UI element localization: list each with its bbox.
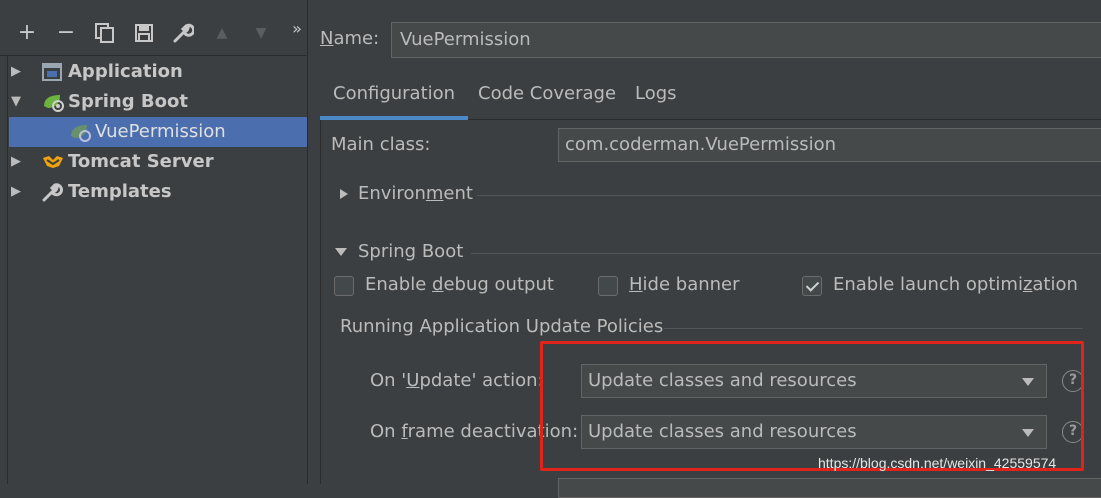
spring-boot-collapse-icon[interactable]: [335, 248, 347, 256]
save-icon[interactable]: [129, 18, 159, 48]
tomcat-icon: [41, 152, 63, 172]
more-icon[interactable]: »: [282, 14, 312, 44]
next-field-input[interactable]: [558, 478, 1101, 498]
highlight-box: [540, 341, 1084, 471]
main-class-input[interactable]: com.coderman.VuePermission: [558, 128, 1101, 162]
expand-arrow-icon[interactable]: ▶: [11, 177, 25, 207]
tree-item-application[interactable]: ▶ Application: [9, 57, 307, 87]
tree-item-spring-boot[interactable]: ▼ Spring Boot: [9, 87, 307, 117]
spring-boot-icon: [41, 92, 64, 112]
move-up-icon[interactable]: ▲: [207, 18, 237, 48]
spring-config-icon: [68, 122, 91, 142]
watermark: https://blog.csdn.net/weixin_42559574: [818, 455, 1057, 471]
main-class-label: Main class:: [331, 134, 431, 155]
copy-icon[interactable]: [90, 18, 120, 48]
enable-debug-output-label: Enable debug output: [365, 274, 554, 295]
tree-item-label: Application: [68, 61, 183, 82]
enable-debug-output-checkbox[interactable]: [334, 276, 354, 296]
spring-boot-section-title[interactable]: Spring Boot: [358, 241, 463, 262]
move-down-icon[interactable]: ▼: [246, 18, 276, 48]
tab-configuration[interactable]: Configuration: [320, 70, 469, 120]
section-divider: [477, 195, 1101, 196]
wrench-icon: [41, 182, 63, 202]
name-label: Name:: [320, 28, 380, 49]
tree-item-label: Templates: [68, 181, 172, 202]
tree-gutter: [0, 56, 8, 484]
content-border: [320, 120, 321, 484]
on-update-action-label: On 'Update' action:: [370, 370, 544, 391]
hide-banner-label: Hide banner: [629, 274, 740, 295]
update-policies-title: Running Application Update Policies: [340, 316, 664, 337]
tree-item-tomcat-server[interactable]: ▶ Tomcat Server: [9, 147, 307, 177]
tree-toolbar: + − ▲ ▼ »: [0, 0, 308, 56]
expand-arrow-icon[interactable]: ▶: [11, 57, 25, 87]
tree-item-label: Tomcat Server: [68, 151, 214, 172]
name-input[interactable]: VuePermission: [391, 22, 1101, 58]
environment-expand-icon[interactable]: [340, 189, 348, 199]
tab-logs[interactable]: Logs: [635, 70, 677, 120]
remove-icon[interactable]: −: [51, 18, 81, 48]
tree-item-vuepermission[interactable]: VuePermission: [9, 117, 307, 147]
environment-section-title[interactable]: Environment: [358, 183, 473, 204]
collapse-arrow-icon[interactable]: ▼: [11, 87, 25, 117]
application-icon: [41, 62, 63, 82]
section-divider: [664, 328, 1083, 329]
config-tabbar: Configuration Code Coverage Logs: [320, 70, 1101, 120]
tree-item-label: Spring Boot: [68, 91, 188, 112]
tree-item-templates[interactable]: ▶ Templates: [9, 177, 307, 207]
enable-launch-optimization-label: Enable launch optimization: [833, 274, 1078, 295]
tree-item-label: VuePermission: [95, 121, 226, 142]
enable-launch-optimization-checkbox[interactable]: [802, 276, 822, 296]
add-icon[interactable]: +: [12, 18, 42, 48]
hide-banner-checkbox[interactable]: [598, 276, 618, 296]
tab-code-coverage[interactable]: Code Coverage: [478, 70, 616, 120]
run-config-tree-panel: + − ▲ ▼ » ▶ Application ▼ Spring Boot Vu…: [0, 0, 308, 484]
wrench-icon[interactable]: [168, 18, 198, 48]
section-divider: [471, 253, 1101, 254]
expand-arrow-icon[interactable]: ▶: [11, 147, 25, 177]
